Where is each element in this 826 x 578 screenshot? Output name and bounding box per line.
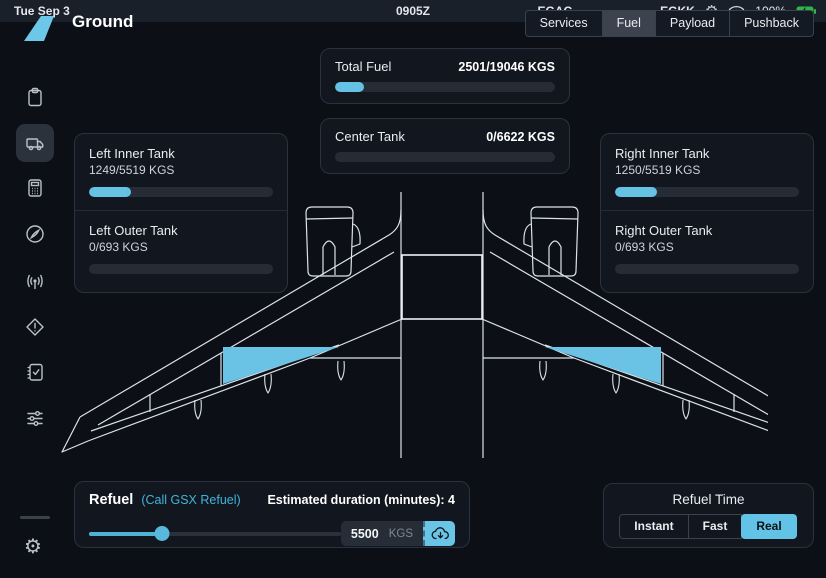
refuel-time-fast-button[interactable]: Fast — [688, 514, 743, 539]
center-tank-bar — [335, 152, 555, 162]
refuel-time-real-button[interactable]: Real — [741, 514, 796, 539]
sidebar-item-checklist[interactable] — [24, 361, 46, 383]
right-inner-tank-label: Right Inner Tank — [615, 146, 799, 161]
total-fuel-value: 2501/19046 KGS — [458, 60, 555, 74]
center-tank-label: Center Tank — [335, 129, 405, 144]
refuel-amount-unit: KGS — [389, 528, 413, 540]
tab-fuel[interactable]: Fuel — [602, 10, 656, 37]
refuel-time-options: Instant Fast Real — [604, 514, 813, 539]
refuel-amount-value: 5500 — [351, 527, 379, 541]
sidebar-item-clipboard[interactable] — [24, 86, 46, 108]
sidebar-item-settings-sliders[interactable] — [24, 407, 46, 429]
left-inner-tank-label: Left Inner Tank — [89, 146, 273, 161]
sidebar-divider — [20, 516, 50, 519]
sidebar-item-radio[interactable] — [24, 270, 46, 292]
page-title: Ground — [72, 12, 133, 32]
refuel-amount-input[interactable]: 5500 KGS — [341, 521, 423, 546]
slider-fill — [89, 532, 162, 536]
tab-services[interactable]: Services — [525, 10, 603, 37]
clipboard-icon — [24, 86, 46, 108]
refuel-amount-slider[interactable] — [89, 526, 341, 541]
estimated-duration-label: Estimated duration (minutes): 4 — [267, 493, 455, 507]
sliders-icon — [24, 407, 46, 429]
refuel-time-title: Refuel Time — [604, 492, 813, 507]
sidebar-item-ground-services[interactable] — [24, 132, 46, 154]
aircraft-fuel-diagram — [58, 184, 768, 468]
sidebar-item-calculator[interactable] — [24, 177, 46, 199]
app-logo — [24, 16, 54, 46]
refuel-amount-group: 5500 KGS — [341, 521, 455, 546]
checklist-icon — [24, 361, 46, 383]
slider-thumb[interactable] — [155, 526, 170, 541]
total-fuel-bar — [335, 82, 555, 92]
tab-payload[interactable]: Payload — [655, 10, 730, 37]
center-tank-card: Center Tank 0/6622 KGS — [320, 118, 570, 174]
cloud-download-icon — [431, 526, 450, 541]
center-tank-value: 0/6622 KGS — [486, 130, 555, 144]
right-inner-tank-value: 1250/5519 KGS — [615, 163, 799, 177]
refuel-time-card: Refuel Time Instant Fast Real — [603, 483, 814, 548]
broadcast-icon — [24, 270, 46, 292]
sidebar-settings-gear-icon[interactable]: ⚙ — [24, 536, 42, 558]
refuel-title: Refuel — [89, 492, 133, 508]
sidebar-item-compass[interactable] — [24, 223, 46, 245]
ground-tabs: Services Fuel Payload Pushback — [526, 10, 814, 37]
total-fuel-card: Total Fuel 2501/19046 KGS — [320, 48, 570, 104]
total-fuel-label: Total Fuel — [335, 59, 391, 74]
sidebar-item-warnings[interactable] — [24, 316, 46, 338]
compass-icon — [24, 223, 46, 245]
start-refuel-button[interactable] — [423, 521, 455, 546]
refuel-card: Refuel (Call GSX Refuel) Estimated durat… — [74, 481, 470, 548]
calculator-icon — [24, 177, 46, 199]
center-tank-box — [402, 255, 482, 319]
tab-pushback[interactable]: Pushback — [729, 10, 814, 37]
efb-fuel-page: Tue Sep 3 0905Z EGAC EGKK ⚙ 100% — [0, 0, 826, 578]
left-inner-tank-value: 1249/5519 KGS — [89, 163, 273, 177]
call-gsx-refuel-link[interactable]: (Call GSX Refuel) — [141, 493, 240, 507]
truck-icon — [24, 132, 46, 154]
refuel-time-instant-button[interactable]: Instant — [619, 514, 688, 539]
warning-diamond-icon — [24, 316, 46, 338]
